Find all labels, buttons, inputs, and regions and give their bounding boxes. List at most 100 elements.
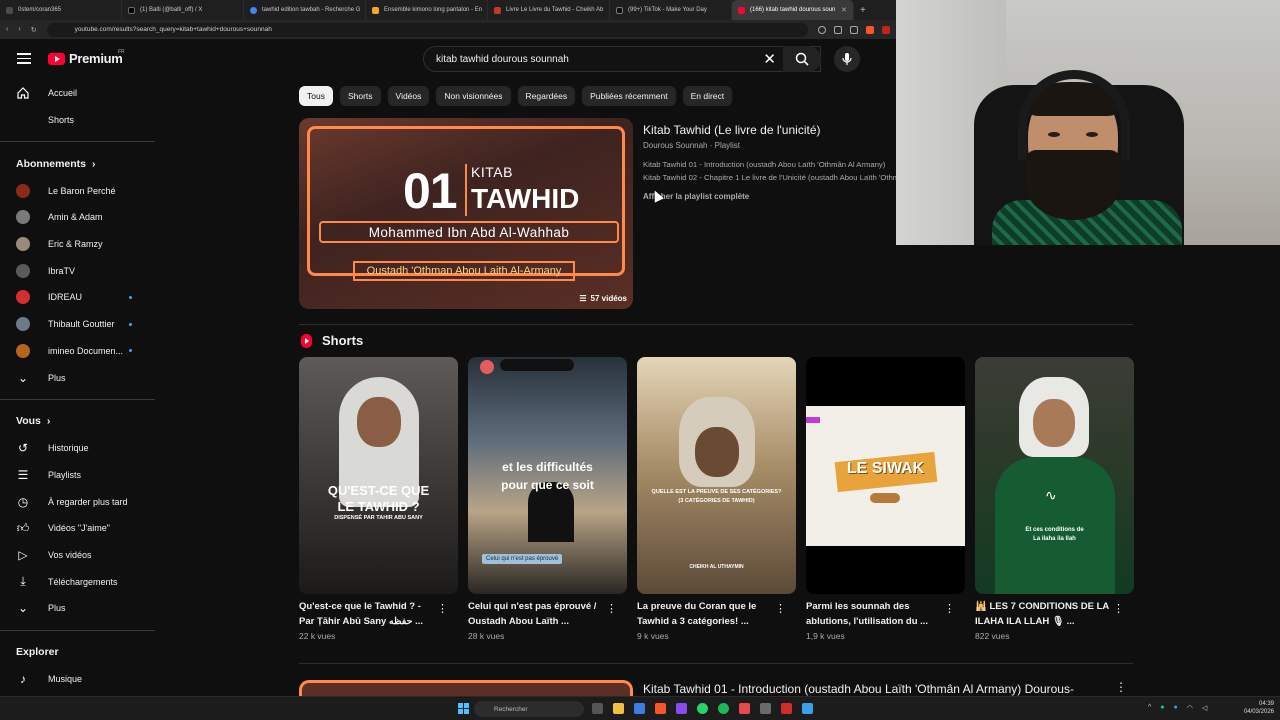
short-thumbnail[interactable]: LE SIWAK: [806, 357, 965, 594]
browser-tab[interactable]: (1) Balti (@balti_off) / X: [122, 0, 244, 20]
forward-icon[interactable]: ›: [18, 26, 20, 33]
browser-tab-active[interactable]: (166) kitab tawhid dourous soun ✕: [732, 0, 854, 20]
sidebar-item-playlists[interactable]: ☰ Playlists: [0, 462, 155, 489]
sidebar-item-your-videos[interactable]: ▷ Vos vidéos: [0, 542, 155, 569]
more-options-icon[interactable]: ⋮: [944, 602, 955, 615]
chip-recent[interactable]: Publiées récemment: [582, 86, 676, 106]
playlist-title[interactable]: Kitab Tawhid (Le livre de l'unicité): [643, 123, 821, 137]
chip-shorts[interactable]: Shorts: [339, 86, 381, 106]
short-card[interactable]: QUELLE EST LA PREUVE DE SES CATÉGORIES? …: [637, 357, 796, 641]
whatsapp-icon[interactable]: [697, 703, 708, 714]
short-card[interactable]: QU'EST-CE QUE LE TAWHID ? DISPENSÉ PAR T…: [299, 357, 458, 641]
tab-label: tawhid edition tawbah - Recherche G: [262, 7, 361, 13]
tray-app-icon[interactable]: ●: [1174, 704, 1178, 712]
reload-icon[interactable]: ↻: [31, 26, 37, 34]
short-thumbnail[interactable]: ∿ Et ces conditions de La ilaha ila llah: [975, 357, 1134, 594]
chip-videos[interactable]: Vidéos: [387, 86, 430, 106]
shorts-heading: Shorts: [301, 333, 363, 348]
subscription-item[interactable]: Thibault Gouttier: [0, 311, 155, 338]
short-title[interactable]: Celui qui n'est pas éprouvé / Oustadh Ab…: [468, 600, 604, 629]
browser-tab[interactable]: tawhid edition tawbah - Recherche G: [244, 0, 366, 20]
sidebar-item-watch-later[interactable]: ◷ À regarder plus tard: [0, 488, 155, 515]
playlist-thumbnail[interactable]: 01 KITAB TAWHID Mohammed Ibn Abd Al-Wahh…: [299, 118, 633, 309]
volume-icon[interactable]: ◁: [1202, 704, 1207, 712]
subscriptions-more[interactable]: ⌄ Plus: [0, 364, 155, 391]
chip-live[interactable]: En direct: [682, 86, 733, 106]
more-options-icon[interactable]: ⋮: [775, 602, 786, 615]
file-explorer-icon[interactable]: [613, 703, 624, 714]
short-thumbnail[interactable]: et les difficultés pour que ce soit Celu…: [468, 357, 627, 594]
chip-unwatched[interactable]: Non visionnées: [436, 86, 511, 106]
subscription-item[interactable]: imineo Documen...: [0, 338, 155, 365]
brave-icon[interactable]: [655, 703, 666, 714]
more-options-icon[interactable]: ⋮: [606, 602, 617, 615]
channel-name: Le Baron Perché: [48, 185, 116, 196]
address-bar[interactable]: youtube.com/results?search_query=kitab+t…: [46, 22, 808, 37]
browser-tab[interactable]: Ensemble kimono long pantalon - En: [366, 0, 488, 20]
more-options-icon[interactable]: ⋮: [1113, 602, 1124, 615]
chip-watched[interactable]: Regardées: [517, 86, 576, 106]
subscriptions-heading[interactable]: Abonnements ›: [0, 150, 155, 177]
sidebar-item-liked[interactable]: 👍︎ Vidéos "J'aime": [0, 515, 155, 542]
short-title[interactable]: 🕌 LES 7 CONDITIONS DE LA ILAHA ILA LLAH …: [975, 600, 1111, 629]
you-heading[interactable]: Vous ›: [0, 408, 155, 435]
more-options-icon[interactable]: ⋮: [437, 602, 448, 615]
sidebar-item-home[interactable]: Accueil: [0, 80, 155, 107]
app-icon[interactable]: [676, 703, 687, 714]
clear-search-icon[interactable]: ✕: [763, 50, 776, 68]
you-more[interactable]: ⌄ Plus: [0, 595, 155, 622]
sidebar-item-music[interactable]: ♪ Musique: [0, 666, 155, 693]
subscription-item[interactable]: Amin & Adam: [0, 204, 155, 231]
task-view-icon[interactable]: [592, 703, 603, 714]
wifi-icon[interactable]: ◠: [1187, 704, 1193, 712]
spotify-icon[interactable]: [718, 703, 729, 714]
browser-tab[interactable]: 0stem/coran365: [0, 0, 122, 20]
app-icon[interactable]: [781, 703, 792, 714]
short-title[interactable]: Parmi les sounnah des ablutions, l'utili…: [806, 600, 942, 629]
short-thumbnail[interactable]: QU'EST-CE QUE LE TAWHID ? DISPENSÉ PAR T…: [299, 357, 458, 594]
share-icon[interactable]: [850, 25, 858, 34]
browser-tab[interactable]: (99+) TikTok - Make Your Day: [610, 0, 732, 20]
search-input[interactable]: kitab tawhid dourous sounnah ✕: [423, 46, 821, 72]
short-title[interactable]: Qu'est-ce que le Tawhid ? - Par Ṭāhir Ab…: [299, 600, 435, 629]
cast-icon[interactable]: [834, 25, 842, 34]
app-icon[interactable]: [634, 703, 645, 714]
close-tab-icon[interactable]: ✕: [841, 6, 847, 14]
sidebar-item-shorts[interactable]: Shorts: [0, 107, 155, 134]
brave-shield-icon[interactable]: [866, 25, 874, 34]
voice-search-button[interactable]: [834, 46, 860, 72]
more-options-icon[interactable]: ⋮: [1115, 680, 1127, 694]
menu-icon[interactable]: [17, 53, 31, 64]
subscription-item[interactable]: Eric & Ramzy: [0, 231, 155, 258]
sidebar-item-history[interactable]: ↺ Historique: [0, 435, 155, 462]
video-title[interactable]: Kitab Tawhid 01 - Introduction (oustadh …: [643, 682, 1074, 696]
playlist-item[interactable]: Kitab Tawhid 01 - Introduction (oustadh …: [643, 160, 896, 169]
search-button[interactable]: [783, 46, 821, 72]
short-title[interactable]: La preuve du Coran que le Tawhid a 3 cat…: [637, 600, 773, 629]
short-card[interactable]: et les difficultés pour que ce soit Celu…: [468, 357, 627, 641]
sidebar-item-downloads[interactable]: ⤓ Téléchargements: [0, 568, 155, 595]
new-tab-icon[interactable]: +: [854, 5, 872, 16]
short-card[interactable]: ∿ Et ces conditions de La ilaha ila llah…: [975, 357, 1134, 641]
app-icon[interactable]: [739, 703, 750, 714]
subscription-item[interactable]: IbraTV: [0, 257, 155, 284]
subscription-item[interactable]: Le Baron Perché: [0, 177, 155, 204]
app-icon[interactable]: [802, 703, 813, 714]
subscription-item[interactable]: IDREAU: [0, 284, 155, 311]
youtube-logo[interactable]: Premium FR: [48, 49, 125, 66]
zoom-icon[interactable]: [818, 25, 826, 34]
tray-app-icon[interactable]: ●: [1160, 704, 1164, 712]
app-icon[interactable]: [760, 703, 771, 714]
browser-tab[interactable]: Livre Le Livre du Tawhid - Cheikh Ab: [488, 0, 610, 20]
back-icon[interactable]: ‹: [6, 26, 8, 33]
taskbar-clock[interactable]: 04:39 04/03/2026: [1244, 700, 1274, 716]
chevron-up-icon[interactable]: ^: [1148, 704, 1151, 712]
playlist-item[interactable]: Kitab Tawhid 02 - Chapitre 1 Le livre de…: [643, 173, 896, 182]
short-thumbnail[interactable]: QUELLE EST LA PREUVE DE SES CATÉGORIES? …: [637, 357, 796, 594]
windows-start-icon[interactable]: [458, 703, 469, 714]
taskbar-search[interactable]: Rechercher: [474, 701, 584, 717]
chip-all[interactable]: Tous: [299, 86, 333, 106]
short-card[interactable]: LE SIWAK Parmi les sounnah des ablutions…: [806, 357, 965, 641]
playlist-channel[interactable]: Dourous Sounnah · Playlist: [643, 141, 740, 150]
rewards-icon[interactable]: [882, 25, 890, 34]
